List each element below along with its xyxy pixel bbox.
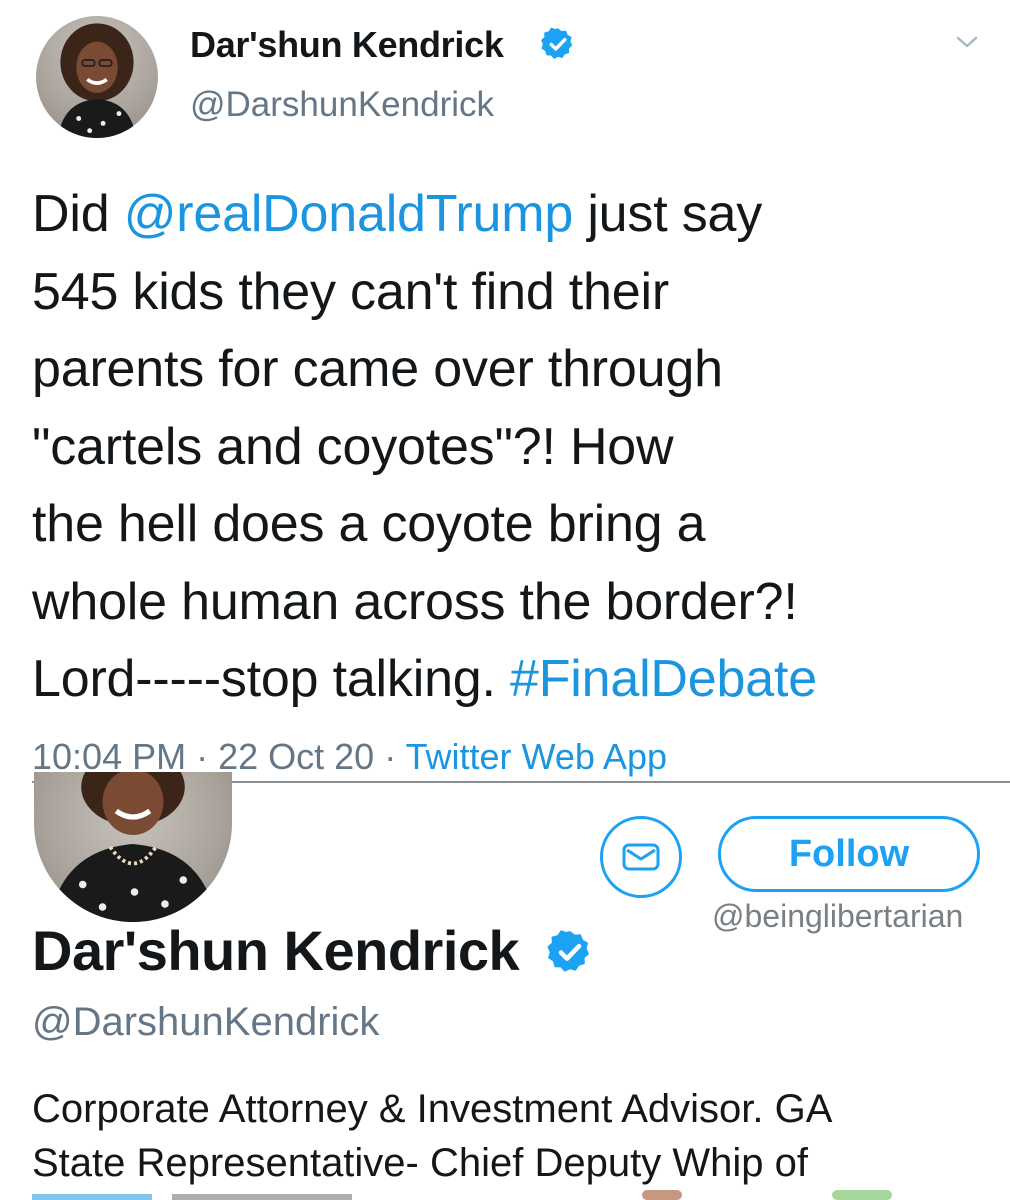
tweet-author-name[interactable]: Dar'shun Kendrick: [190, 24, 504, 66]
envelope-icon: [622, 843, 660, 871]
tweet-text-line: 545 kids they can't find their: [32, 254, 992, 332]
tweet-text-segment: Did: [32, 185, 124, 243]
tweet-text: Did @realDonaldTrump just say 545 kids th…: [32, 176, 992, 719]
verified-badge-icon: [540, 26, 576, 62]
meta-separator: ·: [186, 736, 219, 777]
profile-avatar[interactable]: [34, 772, 232, 922]
tweet-text-segment: the hell does a coyote bring a: [32, 495, 706, 553]
profile-handle: @DarshunKendrick: [32, 1000, 380, 1044]
tweet-text-line: whole human across the border?!: [32, 564, 992, 642]
tweet-text-segment: "cartels and coyotes"?! How: [32, 417, 674, 476]
watermark: @beinglibertarian: [712, 898, 964, 934]
follow-button[interactable]: Follow: [718, 816, 980, 892]
tweet-author-handle[interactable]: @DarshunKendrick: [190, 85, 494, 125]
tweet-text-segment: parents for came over through: [32, 340, 723, 398]
tweet-text-segment: just say: [573, 185, 763, 243]
tweet-time[interactable]: 10:04 PM: [32, 736, 186, 777]
tweet-text-segment: 545 kids they can't find their: [32, 262, 669, 321]
tweet-source[interactable]: Twitter Web App: [406, 736, 667, 777]
tweet-text-segment: Lord-----stop talking.: [32, 650, 510, 708]
tweet-text-line: "cartels and coyotes"?! How: [32, 409, 992, 487]
tweet-text-line: the hell does a coyote bring a: [32, 486, 992, 564]
bio-line: State Representative- Chief Deputy Whip …: [32, 1141, 808, 1185]
tweet-text-line: Did @realDonaldTrump just say: [32, 176, 992, 254]
tweet-author-avatar[interactable]: [36, 16, 158, 138]
hashtag-link[interactable]: #FinalDebate: [510, 650, 817, 708]
bio-line: Corporate Attorney & Investment Advisor.…: [32, 1087, 833, 1131]
avatar-photo: [57, 23, 137, 138]
meta-separator: ·: [374, 736, 406, 777]
profile-bio: Corporate Attorney & Investment Advisor.…: [32, 1082, 992, 1190]
tweet-text-line: Lord-----stop talking. #FinalDebate: [32, 641, 992, 719]
avatar-photo: [49, 772, 217, 922]
verified-badge-icon: [546, 928, 594, 976]
chevron-down-icon[interactable]: [952, 30, 982, 54]
tweet-text-line: parents for came over through: [32, 331, 992, 409]
message-button[interactable]: [600, 816, 682, 898]
mention-link[interactable]: @realDonaldTrump: [124, 185, 574, 243]
tweet-date[interactable]: 22 Oct 20: [218, 736, 374, 777]
profile-name: Dar'shun Kendrick: [32, 919, 520, 982]
tweet-text-segment: whole human across the border?!: [32, 572, 798, 631]
bio-truncated-line: [32, 1190, 892, 1200]
